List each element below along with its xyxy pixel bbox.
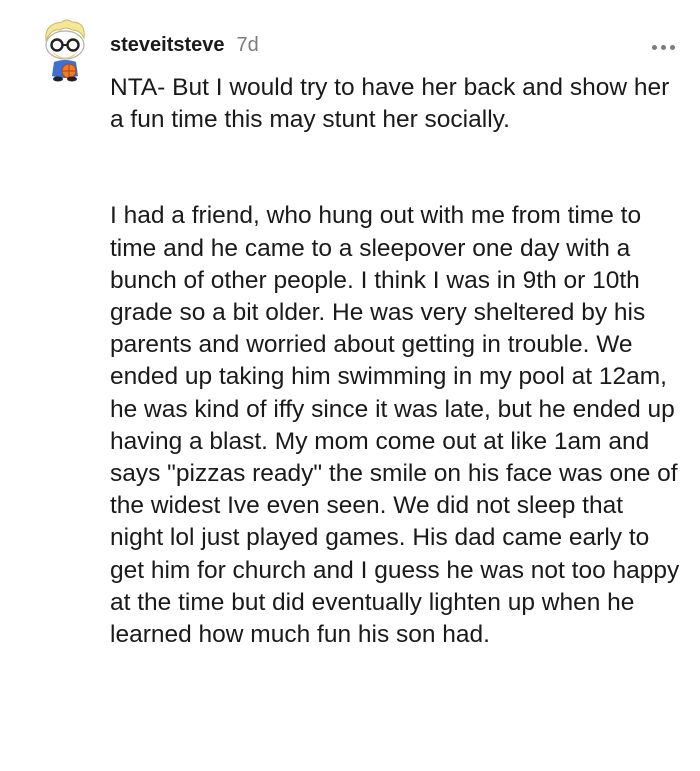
- more-options-icon: [669, 44, 675, 50]
- snoo-avatar-icon: [45, 19, 85, 82]
- more-options-icon: [651, 44, 657, 50]
- comment-age: 7d: [236, 34, 259, 56]
- more-options-icon: [660, 44, 666, 50]
- comment-body: NTA- But I would try to have her back an…: [110, 72, 680, 651]
- more-options-button[interactable]: [648, 40, 678, 54]
- username-link[interactable]: steveitsteve: [110, 34, 225, 57]
- comment-header: steveitsteve 7d: [110, 34, 259, 57]
- user-avatar[interactable]: [36, 18, 94, 82]
- comment-paragraph: NTA- But I would try to have her back an…: [110, 74, 670, 134]
- comment-paragraph: I had a friend, who hung out with me fro…: [110, 202, 680, 649]
